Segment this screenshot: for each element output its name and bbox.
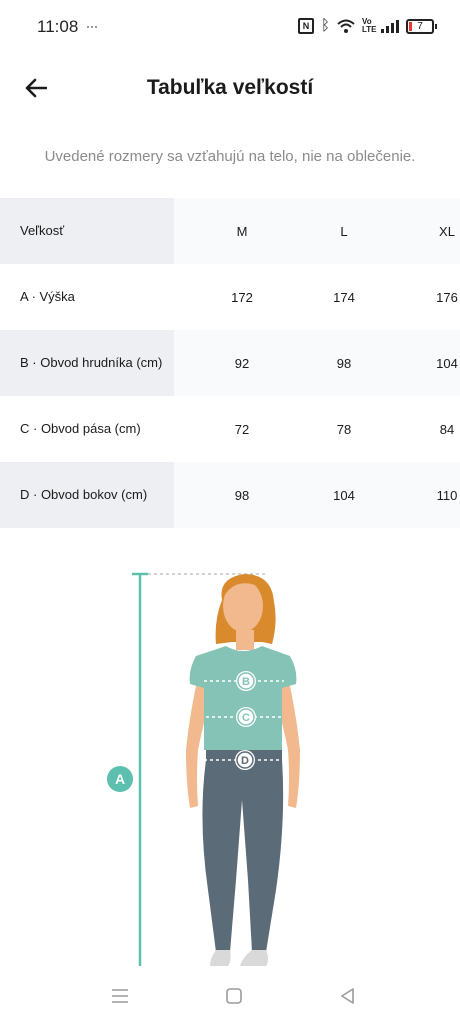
back-button[interactable] — [22, 74, 50, 102]
row-value: 176 — [436, 289, 458, 305]
left-shoe — [210, 950, 231, 966]
table-row-height: A · Výška 172 174 176 — [0, 264, 460, 330]
back-triangle-icon[interactable] — [336, 984, 360, 1008]
row-value: 84 — [439, 421, 455, 437]
page-title: Tabuľka veľkostí — [146, 76, 314, 99]
signal-icon — [381, 19, 399, 33]
marker-b-label: B — [242, 676, 250, 688]
right-shoe — [240, 950, 268, 966]
bluetooth-icon: ᛒ — [320, 17, 330, 34]
battery-icon: 7 — [406, 18, 437, 34]
marker-d: D — [235, 750, 255, 770]
status-icons: N ᛒ Vo LTE 7 — [297, 17, 437, 35]
table-row-chest: B · Obvod hrudníka (cm) 92 98 104 — [0, 330, 460, 396]
marker-a: A — [107, 766, 133, 792]
table-row-hips: D · Obvod bokov (cm) 98 104 110 — [0, 462, 460, 528]
status-time: 11:08 — [37, 17, 79, 36]
wifi-icon — [337, 19, 355, 33]
table-row-waist: C · Obvod pása (cm) 72 78 84 — [0, 396, 460, 462]
row-value: 98 — [336, 355, 352, 371]
row-value: 110 — [436, 487, 458, 503]
body-measurement-illustration: A B C D — [107, 572, 300, 966]
row-label: D · Obvod bokov (cm) — [0, 462, 174, 528]
measurement-note: Uvedené rozmery sa vzťahujú na telo, nie… — [44, 148, 416, 165]
marker-c-label: C — [242, 712, 250, 724]
status-bar: 11:08 N ᛒ Vo LTE 7 — [0, 0, 460, 52]
row-value: 104 — [333, 487, 355, 503]
system-nav-bar — [0, 970, 460, 1022]
neck — [236, 630, 254, 650]
nfc-icon: N — [297, 18, 314, 34]
home-icon[interactable] — [222, 984, 246, 1008]
marker-c: C — [236, 707, 256, 727]
row-value: 174 — [333, 289, 355, 305]
pants — [202, 760, 284, 952]
row-value: 78 — [336, 421, 352, 437]
volte-icon: Vo LTE — [362, 17, 377, 34]
marker-a-label: A — [115, 771, 125, 787]
row-value: 92 — [234, 355, 250, 371]
marker-b: B — [236, 671, 256, 691]
row-value: 98 — [234, 487, 250, 503]
row-value: 72 — [234, 421, 250, 437]
table-header-row: Veľkosť M L XL — [0, 198, 460, 264]
row-label: C · Obvod pása (cm) — [20, 421, 141, 436]
row-value: 104 — [436, 355, 458, 371]
row-value: 172 — [231, 289, 253, 305]
size-table: Veľkosť M L XL A · Výška 172 174 176 B ·… — [0, 198, 460, 528]
notification-dots-icon — [87, 26, 97, 30]
marker-d-label: D — [241, 755, 249, 767]
row-label: A · Výška — [20, 289, 75, 304]
shirt — [189, 646, 297, 750]
row-label: B · Obvod hrudníka (cm) — [0, 330, 174, 396]
arrow-left-icon — [25, 78, 47, 98]
menu-icon[interactable] — [108, 984, 132, 1008]
header-size-xl: XL — [439, 223, 455, 239]
header-size-l: L — [340, 223, 348, 239]
header-size-label: Veľkosť — [0, 198, 174, 264]
battery-level: 7 — [417, 20, 423, 32]
header-size-m: M — [236, 223, 248, 239]
